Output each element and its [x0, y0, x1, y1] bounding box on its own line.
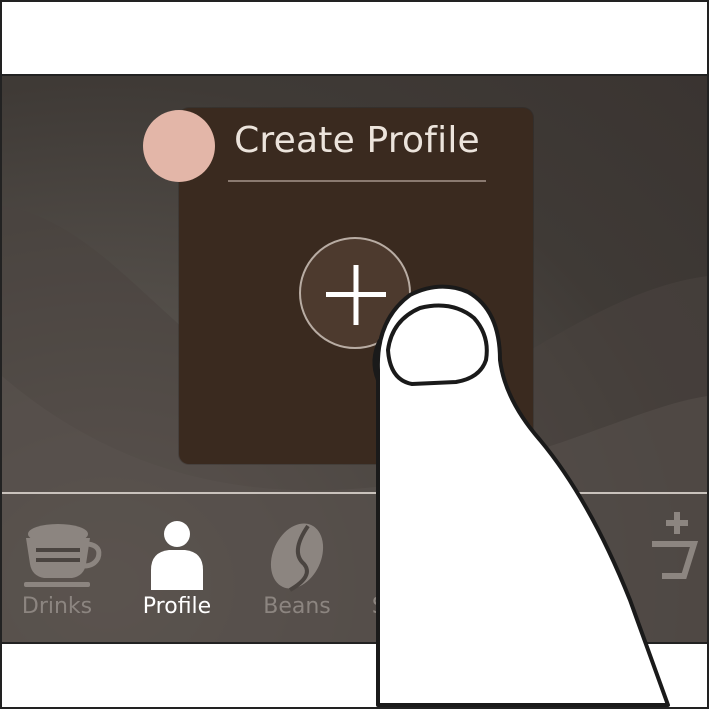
profile-avatar: [143, 110, 215, 182]
coffee-cup-icon: [24, 524, 102, 587]
tab-label: Drinks: [21, 594, 93, 619]
tab-label: Beans: [263, 594, 331, 619]
title-divider: [228, 180, 486, 182]
tabbar-divider: [2, 492, 707, 494]
add-profile-button[interactable]: [299, 237, 411, 349]
machine-display: Create Profile Drinks Profile Beans Sett…: [2, 74, 707, 644]
tab-beans[interactable]: Beans: [242, 496, 352, 642]
page-title: Create Profile: [234, 120, 480, 161]
person-icon: [151, 521, 203, 590]
plus-icon: [326, 265, 386, 325]
tab-label: Settings: [371, 594, 463, 619]
coffee-bean-icon: [270, 523, 324, 592]
tab-drinks[interactable]: Drinks: [2, 496, 112, 642]
tab-label: Profile: [142, 594, 212, 619]
tab-add-drink[interactable]: [602, 496, 707, 642]
gear-icon: [385, 522, 449, 586]
tab-profile[interactable]: Profile: [122, 496, 232, 642]
tab-settings[interactable]: Settings: [362, 496, 472, 642]
add-drink-icon: [652, 512, 699, 579]
